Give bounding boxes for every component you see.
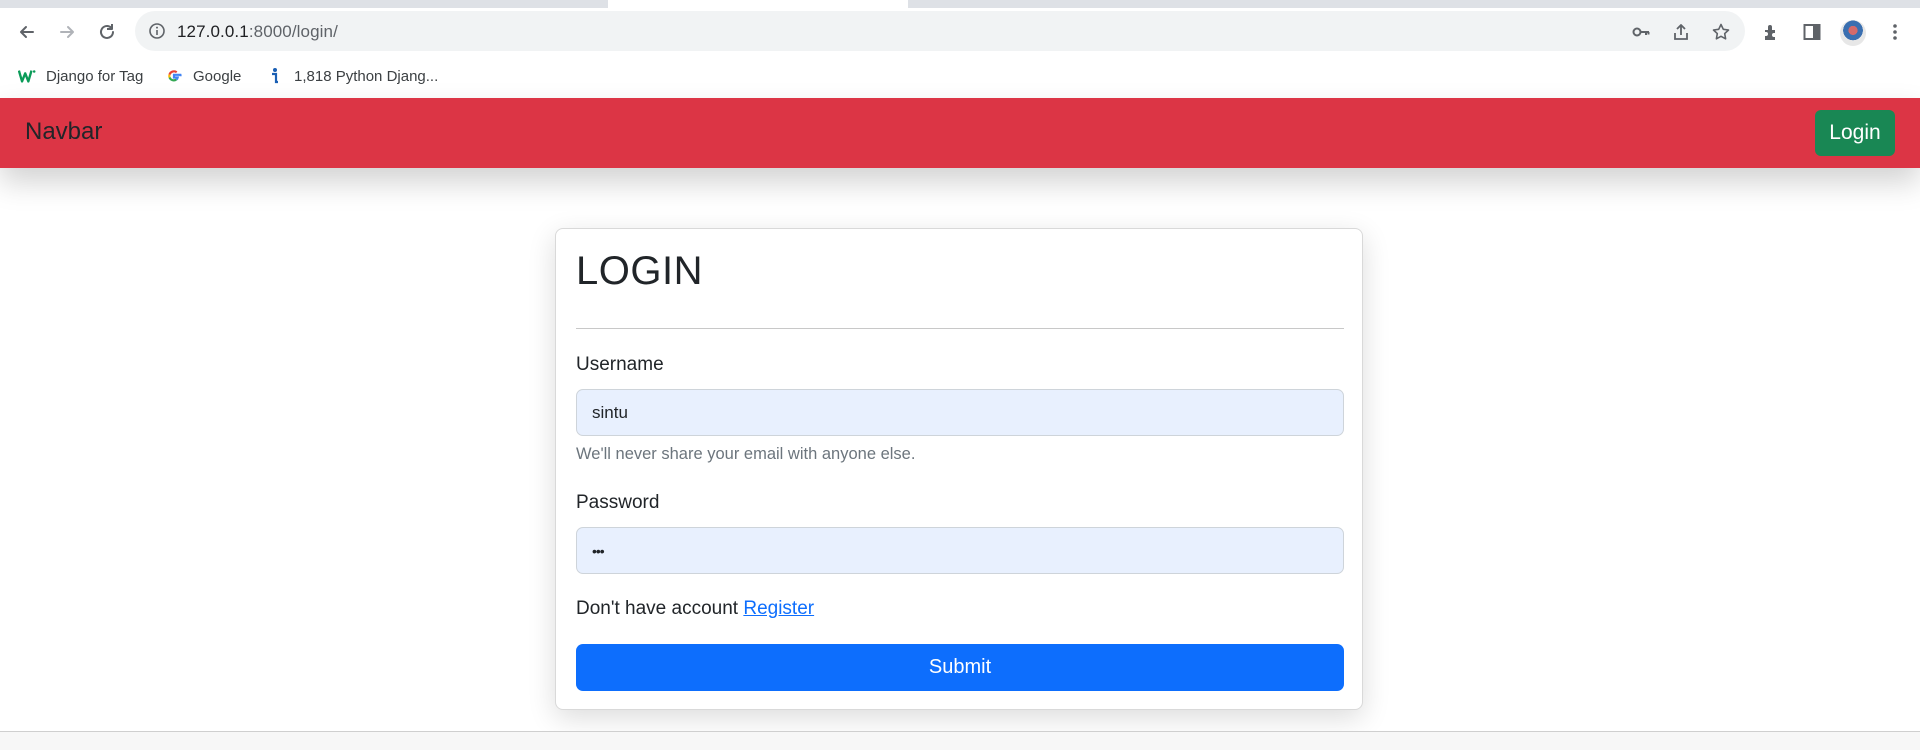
back-icon[interactable] — [13, 18, 41, 46]
username-help-text: We'll never share your email with anyone… — [576, 445, 916, 463]
password-value: ••• — [592, 542, 605, 559]
register-prompt-text: Don't have account — [576, 598, 739, 619]
password-label: Password — [576, 492, 660, 513]
bookmarks-bar: Django for Tag Google 1,818 Python Djang… — [0, 54, 1920, 99]
submit-button[interactable]: Submit — [576, 644, 1344, 691]
bookmark-python-django[interactable]: 1,818 Python Djang... — [266, 65, 438, 87]
navbar-brand[interactable]: Navbar — [25, 118, 102, 146]
menu-kebab-icon[interactable] — [1883, 20, 1907, 44]
reload-icon[interactable] — [93, 18, 121, 46]
url-host: 127.0.0.1 — [177, 22, 249, 41]
w-logo-icon — [18, 67, 36, 85]
url-text[interactable]: 127.0.0.1:8000/login/ — [177, 22, 338, 42]
extensions-icon[interactable] — [1760, 20, 1784, 44]
login-card: LOGIN Username sintu We'll never share y… — [555, 228, 1363, 710]
browser-toolbar: 127.0.0.1:8000/login/ — [0, 8, 1920, 54]
bookmark-label: Django for Tag — [46, 67, 144, 85]
side-panel-icon[interactable] — [1800, 20, 1824, 44]
address-bar[interactable]: 127.0.0.1:8000/login/ — [135, 11, 1745, 51]
share-icon[interactable] — [1670, 21, 1692, 43]
info-i-icon — [266, 67, 284, 85]
forward-icon[interactable] — [53, 18, 81, 46]
navbar-login-button[interactable]: Login — [1815, 110, 1895, 156]
url-path: :8000/login/ — [248, 22, 338, 41]
login-title: LOGIN — [576, 249, 703, 293]
profile-avatar[interactable] — [1840, 20, 1866, 46]
register-link[interactable]: Register — [743, 598, 814, 619]
username-input[interactable]: sintu — [576, 389, 1344, 436]
register-prompt: Don't have account Register — [576, 598, 814, 620]
site-info-icon[interactable] — [148, 22, 166, 45]
google-g-icon — [165, 67, 183, 85]
bottom-strip — [0, 732, 1920, 750]
site-navbar: Navbar Login — [0, 98, 1920, 168]
bookmark-google[interactable]: Google — [165, 65, 241, 87]
tab-strip — [0, 0, 1920, 8]
title-divider — [576, 328, 1344, 329]
key-icon[interactable] — [1630, 21, 1652, 43]
username-value: sintu — [592, 402, 628, 422]
active-tab[interactable] — [608, 0, 908, 8]
bookmark-star-icon[interactable] — [1710, 21, 1732, 43]
username-label: Username — [576, 354, 664, 375]
bookmark-django[interactable]: Django for Tag — [18, 65, 143, 87]
bookmark-label: Google — [193, 67, 242, 85]
password-input[interactable]: ••• — [576, 527, 1344, 574]
bookmark-label: 1,818 Python Djang... — [294, 67, 439, 85]
